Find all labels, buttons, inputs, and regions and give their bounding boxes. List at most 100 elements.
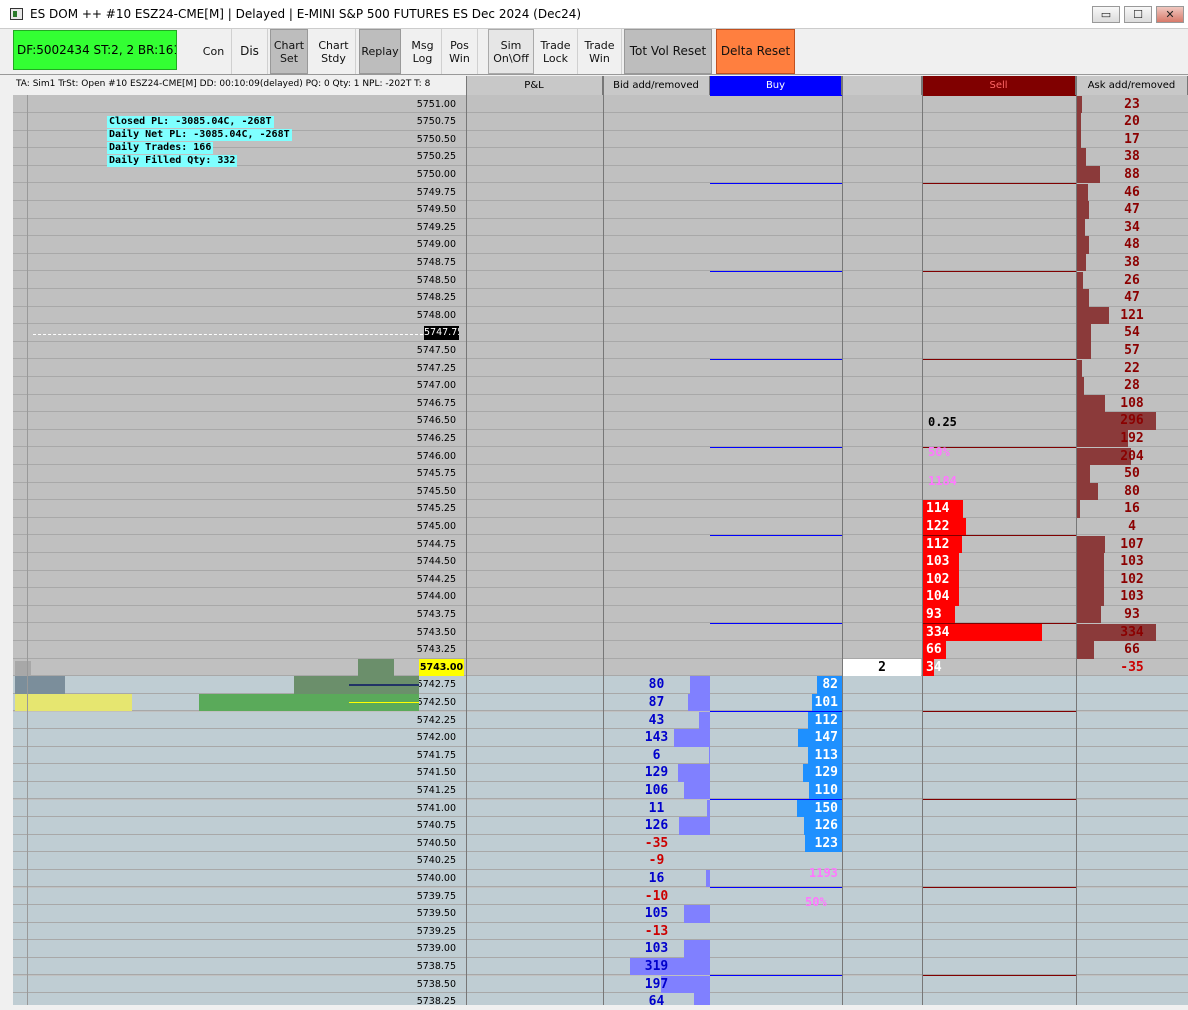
ladder-row[interactable]: 5744.25 102 102 xyxy=(13,570,1188,589)
ladder-row[interactable]: 5745.00 4 122 xyxy=(13,517,1188,536)
price-cell: 5739.50 xyxy=(416,908,456,920)
price-ladder[interactable]: 5751.00 23 5750.75 20 5750.50 17 5750.25 38 5750… xyxy=(13,76,1188,1005)
ask-changes-column-header: Ask add/removed xyxy=(1076,76,1188,95)
ladder-row[interactable]: 5740.00 16 xyxy=(13,869,1188,888)
position-window-button[interactable]: Pos Win xyxy=(442,29,478,74)
ladder-row[interactable]: 5748.25 47 xyxy=(13,289,1188,307)
chart-studies-button[interactable]: Chart Stdy xyxy=(312,29,356,74)
message-log-button[interactable]: Msg Log xyxy=(404,29,442,74)
price-cell: 5740.00 xyxy=(416,872,456,884)
ladder-row[interactable]: 5738.75 319 xyxy=(13,957,1188,976)
ladder-row[interactable]: 5741.00 11 150 xyxy=(13,799,1188,818)
total-volume-reset-button[interactable]: Tot Vol Reset xyxy=(624,29,712,74)
ask-change-value: 80 xyxy=(1124,483,1140,499)
price-cell: 5747.00 xyxy=(416,380,456,392)
ladder-row[interactable]: 5747.50 57 xyxy=(13,341,1188,360)
minimize-button[interactable]: ▭ xyxy=(1092,6,1120,23)
sell-size-value: 103 xyxy=(926,554,950,570)
ladder-row[interactable]: 5742.00 143 147 xyxy=(13,729,1188,747)
ladder-row[interactable]: 5749.50 47 xyxy=(13,201,1188,219)
ladder-row[interactable]: 5744.50 103 103 xyxy=(13,553,1188,571)
order-marker[interactable] xyxy=(15,676,65,694)
disconnect-button[interactable]: Dis xyxy=(232,29,268,74)
ladder-row[interactable]: 5746.50 296 xyxy=(13,412,1188,430)
chart-settings-button[interactable]: Chart Set xyxy=(270,29,308,74)
ladder-row[interactable]: 5746.75 108 xyxy=(13,394,1188,413)
ladder-row[interactable]: 5744.00 103 104 xyxy=(13,588,1188,606)
buy-size-value: 129 xyxy=(814,765,838,781)
bid-change-value: 80 xyxy=(648,677,665,693)
buy-column-header: Buy xyxy=(710,76,842,95)
ladder-row[interactable]: 5750.00 88 xyxy=(13,165,1188,184)
ladder-row[interactable]: 5746.25 192 xyxy=(13,429,1188,448)
ladder-row[interactable]: 5747.00 28 xyxy=(13,377,1188,395)
ladder-row[interactable]: 5739.75 -10 xyxy=(13,887,1188,906)
ladder-row[interactable]: 5748.50 26 xyxy=(13,271,1188,290)
ladder-row[interactable]: 5748.75 38 xyxy=(13,253,1188,272)
buy-size-value: 110 xyxy=(814,782,838,798)
bid-change-value: -9 xyxy=(648,853,665,869)
ladder-row[interactable]: 5744.75 107 112 xyxy=(13,535,1188,554)
sell-size-value: 34 xyxy=(926,659,942,675)
trade-lock-button[interactable]: Trade Lock xyxy=(534,29,578,74)
ladder-row[interactable]: 5741.25 106 110 xyxy=(13,781,1188,800)
ladder-row[interactable]: 5745.25 16 114 xyxy=(13,500,1188,518)
ladder-row[interactable]: 5749.00 48 xyxy=(13,236,1188,254)
price-cell: 5740.75 xyxy=(416,820,456,832)
price-cell: 5738.75 xyxy=(416,960,456,972)
ladder-row[interactable]: 5743.50 334 334 xyxy=(13,623,1188,642)
ladder-row[interactable]: 5740.75 126 126 xyxy=(13,817,1188,835)
ladder-row[interactable]: 5740.25 -9 xyxy=(13,852,1188,870)
ladder-row[interactable]: 5738.25 64 xyxy=(13,993,1188,1005)
connect-button[interactable]: Con xyxy=(196,29,232,74)
bid-change-value: 106 xyxy=(644,782,669,798)
ladder-row[interactable]: 5740.50 -35 123 xyxy=(13,834,1188,853)
ladder-row[interactable]: 5751.00 23 xyxy=(13,95,1188,114)
ask-change-value: 4 xyxy=(1128,518,1136,534)
delta-reset-button[interactable]: Delta Reset xyxy=(716,29,795,74)
ladder-row[interactable]: 5749.25 34 xyxy=(13,218,1188,237)
app-icon xyxy=(10,8,23,20)
sim-toggle-button[interactable]: Sim On\Off xyxy=(488,29,534,74)
ladder-row[interactable]: 5743.75 93 93 xyxy=(13,605,1188,624)
ladder-row[interactable]: 5748.00 121 xyxy=(13,306,1188,325)
ladder-row[interactable]: 5743.25 66 66 xyxy=(13,641,1188,659)
ladder-row[interactable]: 5747.25 22 xyxy=(13,359,1188,378)
ladder-row[interactable]: 5745.50 80 xyxy=(13,482,1188,501)
ladder-row[interactable]: 5749.75 46 xyxy=(13,183,1188,202)
ask-change-value: 23 xyxy=(1124,96,1140,112)
ladder-row[interactable]: 5738.50 197 xyxy=(13,975,1188,994)
ask-change-value: 28 xyxy=(1124,378,1140,394)
price-cell: 5743.75 xyxy=(416,608,456,620)
price-cell: 5748.25 xyxy=(416,292,456,304)
ask-change-value: 66 xyxy=(1124,642,1140,658)
sell-total-text: 1184 xyxy=(928,474,957,488)
price-cell: 5748.75 xyxy=(416,256,456,268)
close-button[interactable]: ✕ xyxy=(1156,6,1184,23)
price-cell: 5741.75 xyxy=(416,749,456,761)
sell-size-value: 93 xyxy=(926,606,942,622)
ladder-row[interactable]: 5739.25 -13 xyxy=(13,922,1188,941)
replay-button[interactable]: Replay xyxy=(359,29,401,74)
price-cell: 5744.50 xyxy=(416,556,456,568)
trade-window-button[interactable]: Trade Win xyxy=(578,29,622,74)
ask-change-value: 34 xyxy=(1124,219,1140,235)
ladder-row[interactable]: 5739.50 105 xyxy=(13,905,1188,923)
maximize-button[interactable]: ☐ xyxy=(1124,6,1152,23)
title-bar: ES DOM ++ #10 ESZ24-CME[M] | Delayed | E… xyxy=(0,0,1188,29)
ladder-row[interactable]: 5745.75 50 xyxy=(13,465,1188,483)
sell-column-header: Sell xyxy=(922,76,1076,95)
sell-size-value: 104 xyxy=(926,589,950,605)
price-cell: 5744.00 xyxy=(416,591,456,603)
ladder-row[interactable]: 5741.75 6 113 xyxy=(13,746,1188,765)
ladder-row[interactable]: 5743.00 -35 34 2 xyxy=(13,658,1188,677)
ladder-row[interactable]: 5742.25 43 112 xyxy=(13,711,1188,730)
ladder-row[interactable]: 5742.75 80 82 xyxy=(13,676,1188,694)
sell-size-value: 66 xyxy=(926,642,942,658)
ladder-row[interactable]: 5741.50 129 129 xyxy=(13,764,1188,782)
entry-line xyxy=(349,684,419,687)
ladder-row[interactable]: 5746.00 204 xyxy=(13,447,1188,466)
scroll-marker[interactable] xyxy=(15,660,31,675)
ladder-row[interactable]: 5742.50 87 101 xyxy=(13,693,1188,712)
ladder-row[interactable]: 5739.00 103 xyxy=(13,940,1188,958)
